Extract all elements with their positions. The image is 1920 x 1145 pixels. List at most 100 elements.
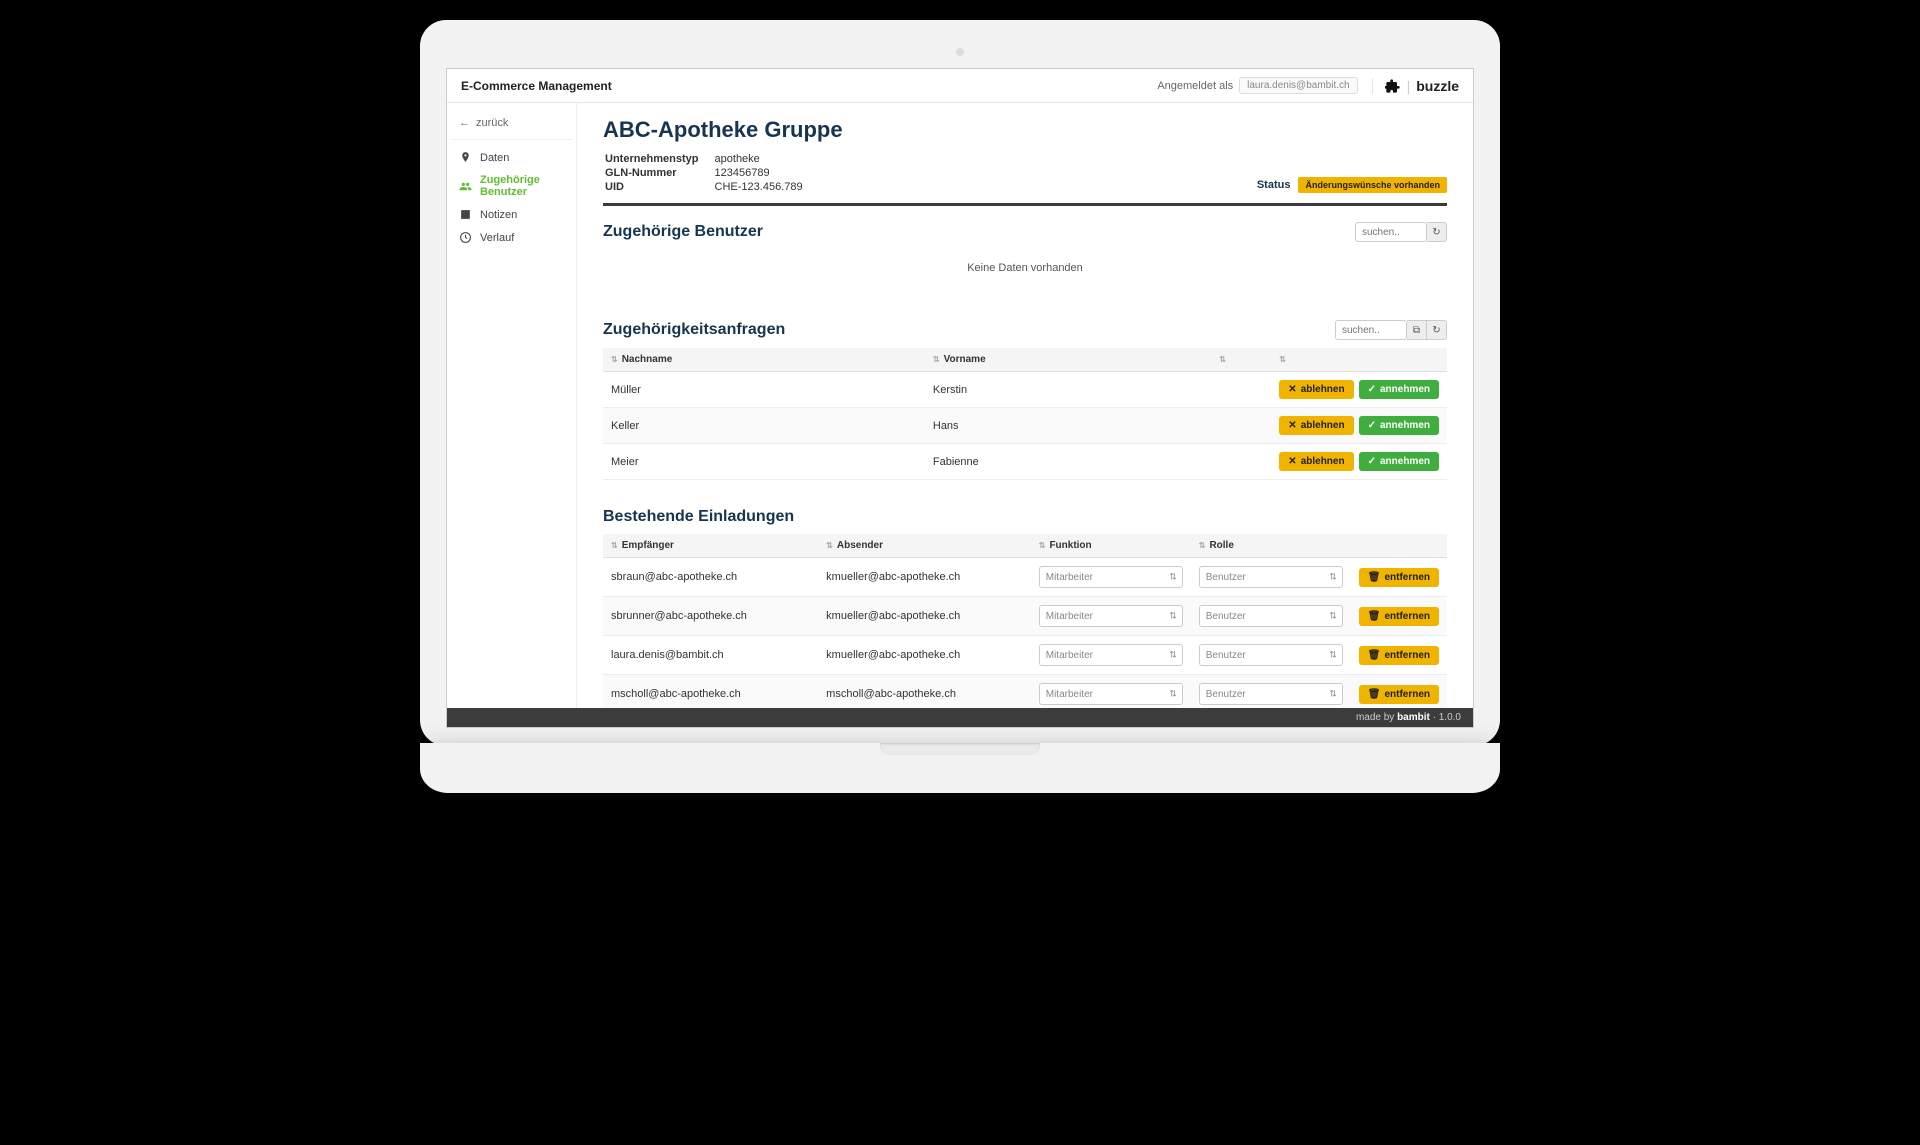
users-section-title: Zugehörige Benutzer bbox=[603, 223, 763, 241]
requests-copy-button[interactable]: ⧉ bbox=[1407, 320, 1427, 340]
role-select[interactable]: Benutzer bbox=[1199, 566, 1343, 588]
table-row: sbraun@abc-apotheke.chkmueller@abc-apoth… bbox=[603, 558, 1447, 597]
remove-button[interactable]: 🗑entfernen bbox=[1359, 568, 1439, 587]
function-select[interactable]: Mitarbeiter bbox=[1039, 605, 1183, 627]
history-icon bbox=[459, 231, 472, 244]
cell-lastname: Meier bbox=[603, 444, 925, 480]
role-select[interactable]: Benutzer bbox=[1199, 683, 1343, 705]
x-icon: ✕ bbox=[1288, 384, 1296, 395]
cell-firstname: Hans bbox=[925, 408, 1211, 444]
col-sort-2[interactable]: ⇅ bbox=[1271, 348, 1447, 372]
cell-sender: kmueller@abc-apotheke.ch bbox=[818, 636, 1031, 675]
sidebar-item-daten[interactable]: Daten bbox=[451, 146, 572, 169]
sidebar-item-notizen[interactable]: Notizen bbox=[451, 203, 572, 226]
laptop-base bbox=[420, 743, 1500, 793]
cell-recipient: sbrunner@abc-apotheke.ch bbox=[603, 597, 818, 636]
invites-section-title: Bestehende Einladungen bbox=[603, 508, 794, 526]
login-label: Angemeldet als bbox=[1157, 80, 1233, 92]
function-select[interactable]: Mitarbeiter bbox=[1039, 683, 1183, 705]
sidebar: ← zurück Daten Zugehörige Benutzer bbox=[447, 103, 577, 708]
users-refresh-button[interactable]: ↻ bbox=[1427, 222, 1447, 242]
table-row: sbrunner@abc-apotheke.chkmueller@abc-apo… bbox=[603, 597, 1447, 636]
cell-sender: kmueller@abc-apotheke.ch bbox=[818, 558, 1031, 597]
company-title: ABC-Apotheke Gruppe bbox=[603, 117, 843, 143]
status-label: Status bbox=[1257, 179, 1291, 191]
user-chip[interactable]: laura.denis@bambit.ch bbox=[1239, 77, 1357, 94]
function-select[interactable]: Mitarbeiter bbox=[1039, 644, 1183, 666]
col-role[interactable]: ⇅Rolle bbox=[1191, 534, 1351, 558]
x-icon: ✕ bbox=[1288, 420, 1296, 431]
requests-refresh-button[interactable]: ↻ bbox=[1427, 320, 1447, 340]
accept-button[interactable]: ✓annehmen bbox=[1359, 452, 1439, 471]
arrow-left-icon: ← bbox=[459, 117, 470, 129]
role-select[interactable]: Benutzer bbox=[1199, 644, 1343, 666]
sidebar-item-benutzer[interactable]: Zugehörige Benutzer bbox=[451, 169, 572, 203]
pin-icon bbox=[459, 151, 472, 164]
cell-sender: kmueller@abc-apotheke.ch bbox=[818, 597, 1031, 636]
table-row: laura.denis@bambit.chkmueller@abc-apothe… bbox=[603, 636, 1447, 675]
cell-recipient: sbraun@abc-apotheke.ch bbox=[603, 558, 818, 597]
cell-firstname: Fabienne bbox=[925, 444, 1211, 480]
refresh-icon: ↻ bbox=[1432, 227, 1440, 238]
users-empty-state: Keine Daten vorhanden bbox=[603, 250, 1447, 292]
col-lastname[interactable]: ⇅Nachname bbox=[603, 348, 925, 372]
brand-name: buzzle bbox=[1416, 78, 1459, 94]
sidebar-item-label: Zugehörige Benutzer bbox=[480, 174, 564, 198]
topbar: E-Commerce Management Angemeldet als lau… bbox=[447, 69, 1473, 103]
col-sort-1[interactable]: ⇅ bbox=[1211, 348, 1271, 372]
requests-table: ⇅Nachname ⇅Vorname ⇅ ⇅ MüllerKerstin✕abl… bbox=[603, 348, 1447, 480]
puzzle-icon bbox=[1385, 78, 1401, 94]
check-icon: ✓ bbox=[1368, 384, 1376, 395]
cell-sender: mscholl@abc-apotheke.ch bbox=[818, 675, 1031, 709]
sidebar-item-label: Verlauf bbox=[480, 232, 514, 244]
footer: made by bambit · 1.0.0 bbox=[447, 708, 1473, 727]
trash-icon: 🗑 bbox=[1368, 650, 1381, 661]
x-icon: ✕ bbox=[1288, 456, 1296, 467]
col-firstname[interactable]: ⇅Vorname bbox=[925, 348, 1211, 372]
table-row: mscholl@abc-apotheke.chmscholl@abc-apoth… bbox=[603, 675, 1447, 709]
remove-button[interactable]: 🗑entfernen bbox=[1359, 607, 1439, 626]
copy-icon: ⧉ bbox=[1413, 325, 1420, 336]
reject-button[interactable]: ✕ablehnen bbox=[1279, 452, 1353, 471]
back-link[interactable]: ← zurück bbox=[451, 113, 572, 140]
camera-dot bbox=[956, 48, 964, 56]
table-row: MüllerKerstin✕ablehnen✓annehmen bbox=[603, 372, 1447, 408]
trash-icon: 🗑 bbox=[1368, 689, 1381, 700]
function-select[interactable]: Mitarbeiter bbox=[1039, 566, 1183, 588]
reject-button[interactable]: ✕ablehnen bbox=[1279, 380, 1353, 399]
requests-section-title: Zugehörigkeitsanfragen bbox=[603, 321, 785, 339]
footer-bambit-link[interactable]: bambit bbox=[1397, 712, 1430, 723]
brand-logo: | buzzle bbox=[1372, 78, 1459, 94]
accept-button[interactable]: ✓annehmen bbox=[1359, 380, 1439, 399]
users-search-input[interactable] bbox=[1355, 222, 1427, 242]
refresh-icon: ↻ bbox=[1432, 325, 1440, 336]
accept-button[interactable]: ✓annehmen bbox=[1359, 416, 1439, 435]
app-title: E-Commerce Management bbox=[461, 79, 612, 93]
remove-button[interactable]: 🗑entfernen bbox=[1359, 646, 1439, 665]
col-function[interactable]: ⇅Funktion bbox=[1031, 534, 1191, 558]
col-sender[interactable]: ⇅Absender bbox=[818, 534, 1031, 558]
sidebar-item-verlauf[interactable]: Verlauf bbox=[451, 226, 572, 249]
role-select[interactable]: Benutzer bbox=[1199, 605, 1343, 627]
invites-table: ⇅Empfänger ⇅Absender ⇅Funktion ⇅Rolle sb… bbox=[603, 534, 1447, 708]
sidebar-item-label: Daten bbox=[480, 152, 509, 164]
check-icon: ✓ bbox=[1368, 456, 1376, 467]
login-info: Angemeldet als laura.denis@bambit.ch bbox=[1157, 77, 1357, 94]
status-block: Status Änderungswünsche vorhanden bbox=[1257, 177, 1447, 193]
trash-icon: 🗑 bbox=[1368, 611, 1381, 622]
cell-recipient: mscholl@abc-apotheke.ch bbox=[603, 675, 818, 709]
reject-button[interactable]: ✕ablehnen bbox=[1279, 416, 1353, 435]
remove-button[interactable]: 🗑entfernen bbox=[1359, 685, 1439, 704]
trash-icon: 🗑 bbox=[1368, 572, 1381, 583]
table-row: MeierFabienne ✕ablehnen ✓annehmen bbox=[603, 444, 1447, 480]
status-badge: Änderungswünsche vorhanden bbox=[1298, 177, 1447, 193]
table-row: KellerHans✕ablehnen✓annehmen bbox=[603, 408, 1447, 444]
notes-icon bbox=[459, 208, 472, 221]
col-recipient[interactable]: ⇅Empfänger bbox=[603, 534, 818, 558]
cell-recipient: laura.denis@bambit.ch bbox=[603, 636, 818, 675]
back-label: zurück bbox=[476, 117, 508, 129]
requests-search-input[interactable] bbox=[1335, 320, 1407, 340]
cell-firstname: Kerstin bbox=[925, 372, 1211, 408]
users-icon bbox=[459, 180, 472, 193]
divider bbox=[603, 203, 1447, 206]
